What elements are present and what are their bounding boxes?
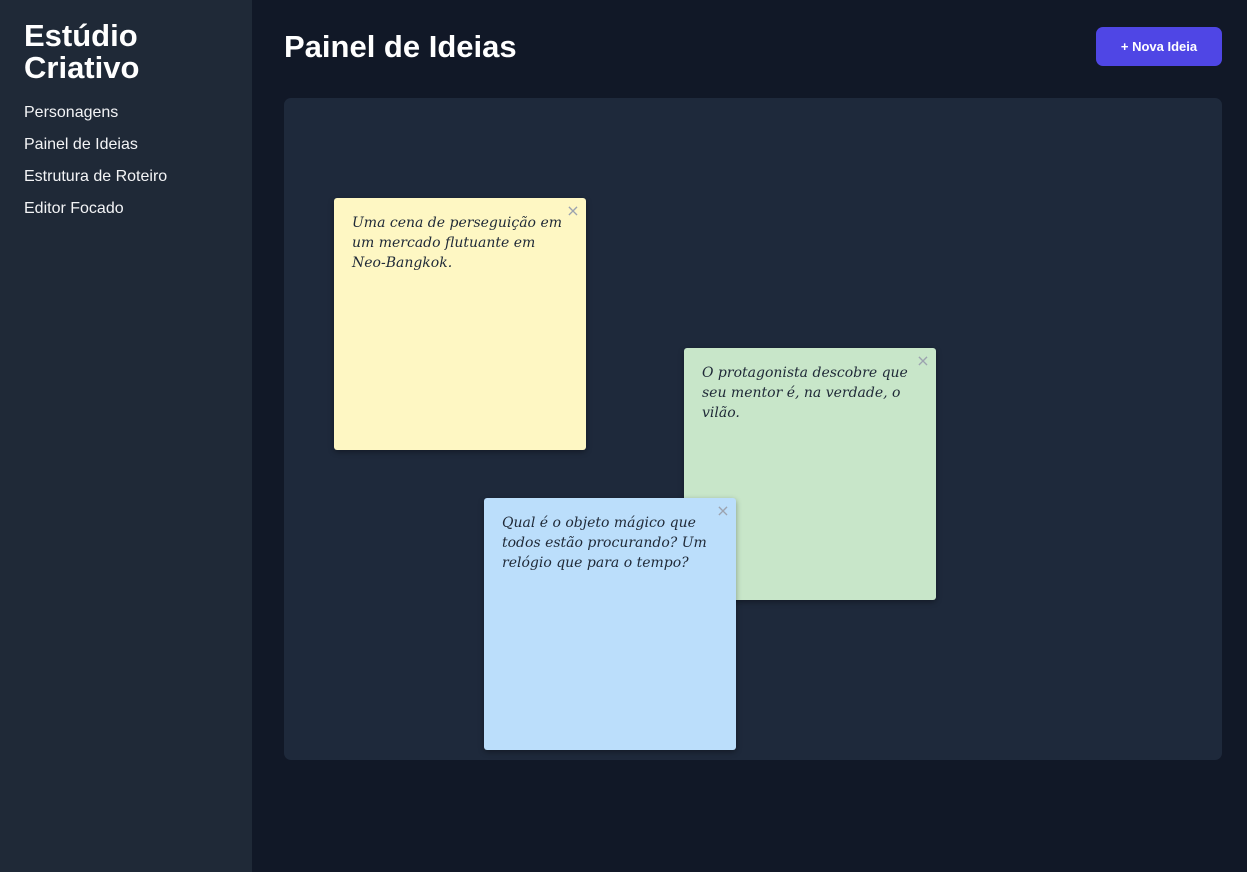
sidebar-item-painel-de-ideias[interactable]: Painel de Ideias	[24, 129, 228, 161]
main-content: Painel de Ideias + Nova Ideia Uma cena d…	[252, 0, 1247, 872]
sidebar-item-editor-focado[interactable]: Editor Focado	[24, 193, 228, 225]
brand-line-2: Criativo	[24, 50, 140, 85]
close-icon[interactable]: ×	[716, 503, 730, 519]
new-idea-button[interactable]: + Nova Ideia	[1096, 27, 1222, 66]
idea-board: Uma cena de perseguição em um mercado fl…	[284, 98, 1222, 760]
sidebar: Estúdio Criativo Personagens Painel de I…	[0, 0, 252, 872]
note-text[interactable]: Qual é o objeto mágico que todos estão p…	[502, 513, 718, 573]
note-text[interactable]: Uma cena de perseguição em um mercado fl…	[352, 213, 568, 273]
note-text[interactable]: O protagonista descobre que seu mentor é…	[702, 363, 918, 423]
sticky-note[interactable]: Uma cena de perseguição em um mercado fl…	[334, 198, 586, 450]
app-brand: Estúdio Criativo	[24, 20, 228, 84]
page-title: Painel de Ideias	[284, 29, 517, 64]
close-icon[interactable]: ×	[916, 353, 930, 369]
brand-line-1: Estúdio	[24, 18, 138, 53]
sidebar-nav: Personagens Painel de Ideias Estrutura d…	[24, 97, 228, 225]
close-icon[interactable]: ×	[566, 203, 580, 219]
sidebar-item-personagens[interactable]: Personagens	[24, 97, 228, 129]
sticky-note[interactable]: Qual é o objeto mágico que todos estão p…	[484, 498, 736, 750]
sidebar-item-estrutura-de-roteiro[interactable]: Estrutura de Roteiro	[24, 161, 228, 193]
